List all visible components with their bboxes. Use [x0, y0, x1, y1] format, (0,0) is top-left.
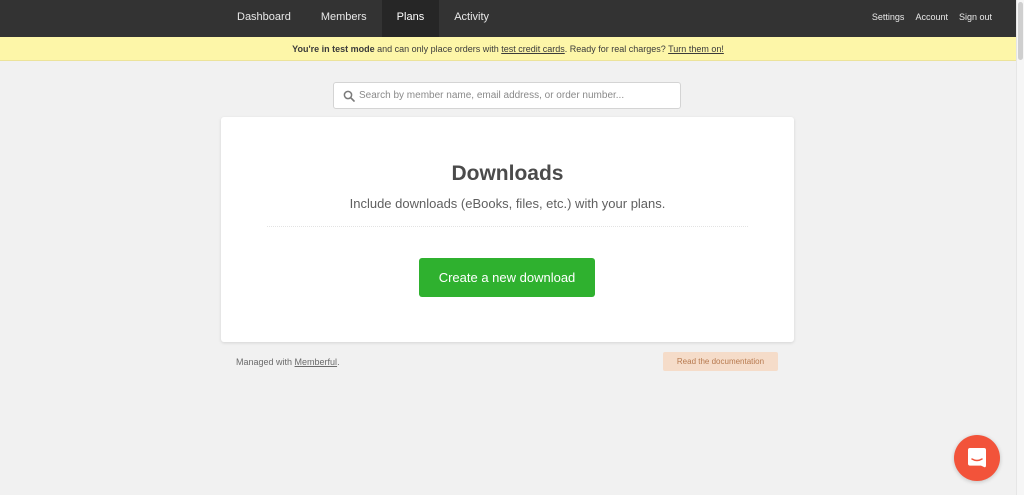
nav-item-plans[interactable]: Plans	[381, 0, 440, 37]
test-credit-cards-link[interactable]: test credit cards	[501, 44, 565, 54]
nav-main: Dashboard Members Plans Activity	[222, 0, 504, 37]
managed-end: .	[337, 357, 340, 367]
managed-text: Managed with	[236, 357, 295, 367]
search-input[interactable]	[359, 83, 677, 108]
sign-out-link[interactable]: Sign out	[959, 0, 992, 37]
turn-on-link[interactable]: Turn them on!	[668, 44, 724, 54]
banner-bold-text: You're in test mode	[292, 44, 375, 54]
banner-text-1: and can only place orders with	[374, 44, 502, 54]
nav-item-activity[interactable]: Activity	[439, 0, 504, 37]
member-search	[333, 82, 681, 109]
read-documentation-button[interactable]: Read the documentation	[663, 352, 778, 371]
settings-link[interactable]: Settings	[872, 0, 905, 37]
nav-account: Settings Account Sign out	[861, 0, 992, 37]
page-subtitle: Include downloads (eBooks, files, etc.) …	[349, 196, 666, 211]
test-mode-banner: You're in test mode and can only place o…	[0, 37, 1016, 61]
nav-item-members[interactable]: Members	[306, 0, 382, 37]
chat-launcher-button[interactable]	[954, 435, 1000, 481]
search-icon	[343, 90, 355, 102]
account-link[interactable]: Account	[915, 0, 948, 37]
page-title: Downloads	[451, 162, 564, 185]
create-download-button[interactable]: Create a new download	[419, 258, 595, 297]
banner-text-2: . Ready for real charges?	[564, 44, 669, 54]
downloads-card	[221, 117, 794, 342]
chat-icon	[968, 448, 986, 468]
nav-item-dashboard[interactable]: Dashboard	[222, 0, 306, 37]
managed-with: Managed with Memberful.	[236, 357, 340, 367]
divider	[267, 226, 748, 227]
top-nav: Dashboard Members Plans Activity Setting…	[0, 0, 1016, 37]
memberful-link[interactable]: Memberful	[295, 357, 338, 367]
scrollbar-thumb[interactable]	[1018, 2, 1023, 60]
page-scrollbar[interactable]	[1016, 0, 1024, 495]
